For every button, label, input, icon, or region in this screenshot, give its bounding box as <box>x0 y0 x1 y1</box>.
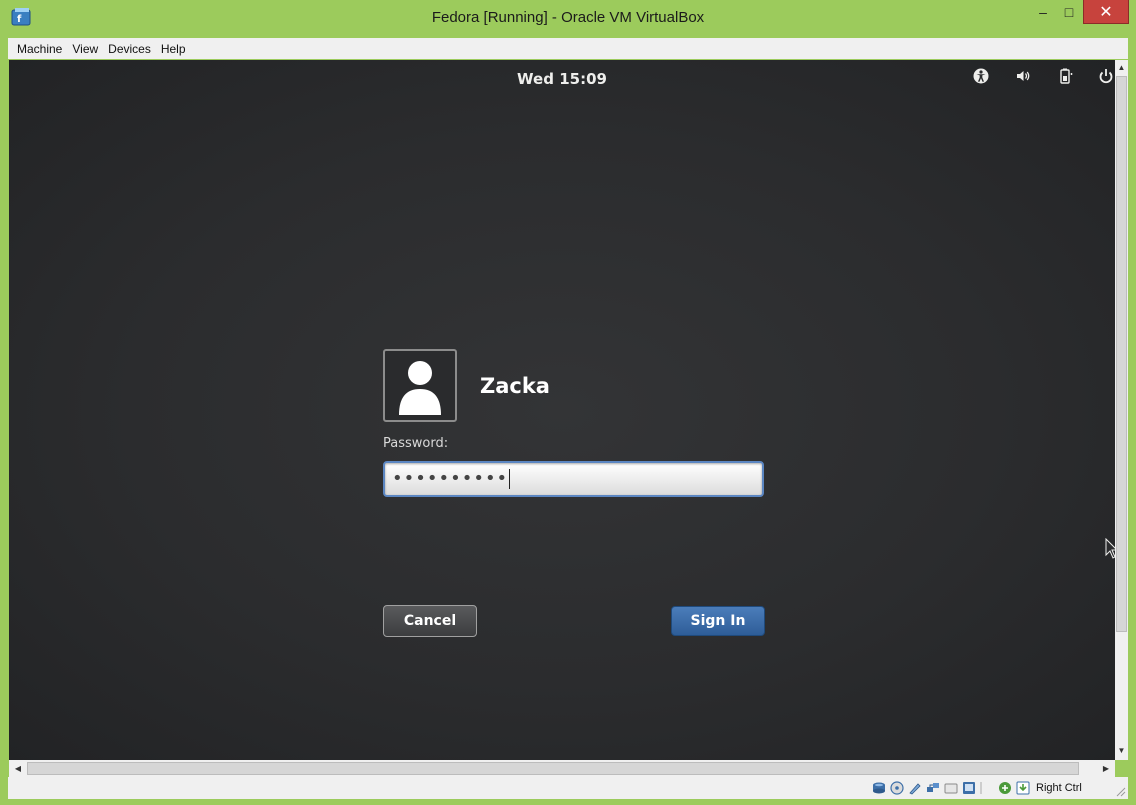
close-icon: ✕ <box>1099 3 1113 21</box>
cancel-button[interactable]: Cancel <box>383 605 477 637</box>
host-key-label: Right Ctrl <box>1036 782 1082 794</box>
usb-icon[interactable] <box>908 781 922 795</box>
password-label: Password: <box>383 436 449 451</box>
gnome-clock[interactable]: Wed 15:09 <box>9 70 1115 88</box>
mouse-pointer-icon <box>1105 538 1115 559</box>
vm-display[interactable]: Wed 15:09 Zacka Password: •••••••••• Can… <box>9 60 1115 760</box>
host-key-icon[interactable] <box>1016 781 1030 795</box>
horizontal-scrollbar[interactable]: ◀ ▶ <box>9 760 1115 777</box>
recording-icon[interactable] <box>980 781 994 795</box>
display-icon[interactable] <box>962 781 976 795</box>
menu-machine[interactable]: Machine <box>12 42 67 56</box>
menu-devices[interactable]: Devices <box>103 42 156 56</box>
username-label: Zacka <box>480 374 550 398</box>
maximize-button[interactable]: □ <box>1056 0 1082 24</box>
sign-in-button[interactable]: Sign In <box>671 606 765 636</box>
maximize-icon: □ <box>1064 4 1074 20</box>
scroll-right-arrow-icon[interactable]: ▶ <box>1099 762 1113 775</box>
shared-folders-icon[interactable] <box>944 781 958 795</box>
scroll-left-arrow-icon[interactable]: ◀ <box>11 762 25 775</box>
vertical-scroll-thumb[interactable] <box>1116 76 1127 632</box>
menu-view[interactable]: View <box>67 42 103 56</box>
network-icon[interactable] <box>926 781 940 795</box>
scroll-down-arrow-icon[interactable]: ▼ <box>1115 743 1128 757</box>
password-input[interactable]: •••••••••• <box>383 461 764 497</box>
scroll-up-arrow-icon[interactable]: ▲ <box>1115 60 1128 74</box>
horizontal-scroll-thumb[interactable] <box>27 762 1079 775</box>
window-title: Fedora [Running] - Oracle VM VirtualBox <box>431 9 705 26</box>
accessibility-icon[interactable] <box>972 66 990 86</box>
optical-drive-icon[interactable] <box>890 781 904 795</box>
menu-help[interactable]: Help <box>156 42 191 56</box>
minimize-button[interactable]: – <box>1030 0 1056 24</box>
battery-icon[interactable] <box>1056 66 1074 86</box>
password-value: •••••••••• <box>392 467 511 491</box>
password-mask: •••••••••• <box>392 468 509 489</box>
power-icon[interactable] <box>1097 66 1115 86</box>
resize-grip-icon[interactable] <box>1114 785 1126 797</box>
close-button[interactable]: ✕ <box>1083 0 1129 24</box>
virtualbox-window: f Fedora [Running] - Oracle VM VirtualBo… <box>0 0 1136 805</box>
vm-statusbar: Right Ctrl <box>8 777 1128 799</box>
user-silhouette-icon <box>399 361 441 415</box>
mouse-integration-icon[interactable] <box>998 781 1012 795</box>
window-titlebar[interactable]: f Fedora [Running] - Oracle VM VirtualBo… <box>0 0 1136 36</box>
vertical-scrollbar[interactable]: ▲ ▼ <box>1115 60 1128 760</box>
user-avatar <box>383 349 457 422</box>
hard-disk-icon[interactable] <box>872 781 886 795</box>
menubar: Machine View Devices Help <box>8 38 1128 59</box>
text-caret <box>509 469 511 489</box>
volume-icon[interactable] <box>1014 66 1032 86</box>
minimize-icon: – <box>1039 4 1047 20</box>
